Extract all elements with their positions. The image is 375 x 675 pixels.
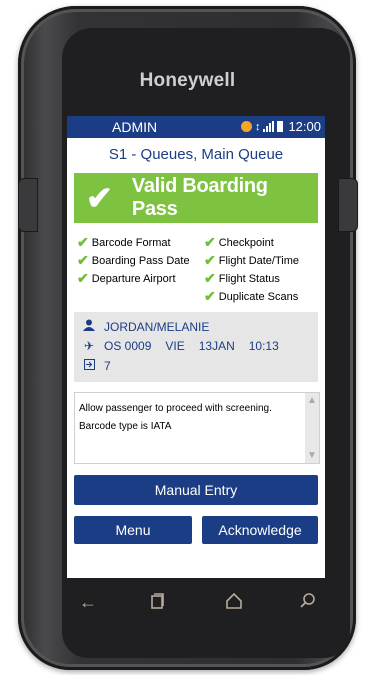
passenger-name-row: JORDAN/MELANIE	[80, 319, 209, 334]
checkmark-icon: ✔	[204, 234, 216, 250]
check-item: ✔ Checkpoint	[204, 234, 274, 250]
menu-button[interactable]: Menu	[74, 516, 192, 544]
checkmark-icon: ✔	[77, 234, 89, 250]
home-icon[interactable]	[225, 592, 243, 615]
recent-apps-icon[interactable]	[149, 592, 165, 615]
checkmark-icon: ✔	[86, 180, 113, 216]
status-icons: ↕ 12:00	[240, 119, 321, 134]
check-item: ✔ Flight Status	[204, 270, 280, 286]
banner-text: Valid Boarding Pass	[131, 175, 268, 220]
checkmark-icon: ✔	[77, 252, 89, 268]
status-bar: ADMIN ↕ 12:00	[67, 116, 325, 138]
departure-airport: VIE	[165, 339, 185, 353]
message-scrollbar[interactable]: ▲ ▼	[305, 393, 319, 463]
device-nav-bar: ←	[67, 586, 325, 628]
data-transfer-icon: ↕	[254, 120, 261, 133]
queue-title: S1 - Queues, Main Queue	[108, 146, 284, 163]
sequence-row: 7	[80, 359, 111, 373]
flight-number: OS 0009	[104, 339, 152, 353]
scroll-down-icon[interactable]: ▼	[307, 450, 317, 461]
side-button-left[interactable]	[18, 178, 38, 232]
check-item: ✔ Barcode Format	[77, 234, 171, 250]
check-item: ✔ Duplicate Scans	[204, 288, 299, 304]
search-icon[interactable]	[299, 592, 317, 615]
acknowledge-button[interactable]: Acknowledge	[202, 516, 318, 544]
checkmark-icon: ✔	[204, 252, 216, 268]
flight-date: 13JAN	[198, 339, 235, 353]
enter-sequence-icon	[80, 359, 98, 373]
side-button-right[interactable]	[338, 178, 358, 232]
checkmark-icon: ✔	[204, 288, 216, 304]
checkmark-icon: ✔	[204, 270, 216, 286]
person-icon	[80, 319, 98, 334]
app-screen: ADMIN ↕ 12:00 S1 - Queues, Main Queue ✔ …	[67, 116, 325, 578]
flight-row: ✈ OS 0009 VIE 13JAN 10:13	[80, 339, 279, 353]
manual-entry-button[interactable]: Manual Entry	[74, 475, 318, 505]
notification-dot-icon	[240, 121, 252, 132]
message-text: Allow passenger to proceed with screenin…	[79, 403, 272, 432]
status-banner: ✔ Valid Boarding Pass	[74, 173, 318, 223]
signal-icon	[263, 121, 275, 132]
passenger-panel: JORDAN/MELANIE ✈ OS 0009 VIE 13JAN 10:13…	[74, 312, 318, 382]
battery-icon	[277, 121, 284, 132]
check-item: ✔ Boarding Pass Date	[77, 252, 190, 268]
scroll-up-icon[interactable]: ▲	[307, 395, 317, 406]
device-brand-logo: Honeywell	[139, 70, 236, 91]
checkmark-icon: ✔	[77, 270, 89, 286]
message-box[interactable]: Allow passenger to proceed with screenin…	[74, 392, 320, 464]
airplane-icon: ✈	[83, 339, 95, 353]
check-item: ✔ Flight Date/Time	[204, 252, 300, 268]
check-item: ✔ Departure Airport	[77, 270, 176, 286]
flight-time: 10:13	[248, 339, 279, 353]
sequence-number: 7	[104, 359, 111, 373]
back-icon[interactable]: ←	[79, 592, 97, 613]
passenger-name: JORDAN/MELANIE	[104, 319, 210, 334]
status-user: ADMIN	[112, 119, 158, 135]
status-time: 12:00	[288, 119, 321, 134]
